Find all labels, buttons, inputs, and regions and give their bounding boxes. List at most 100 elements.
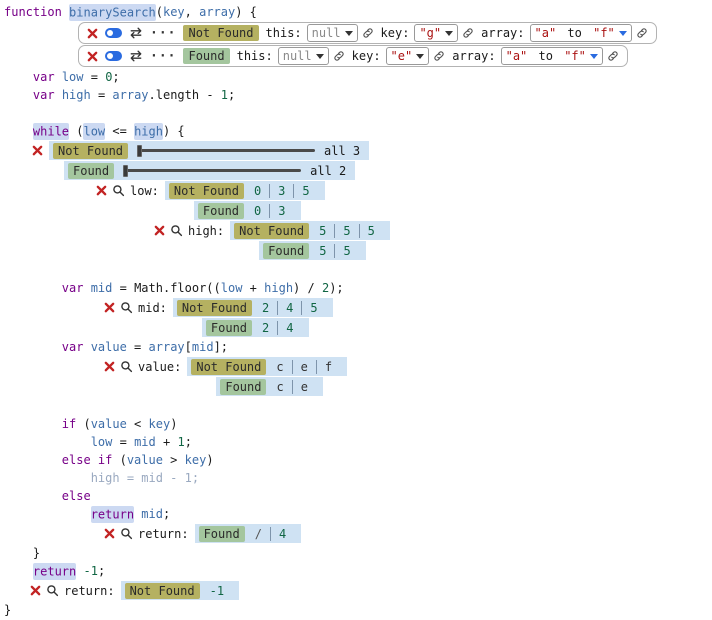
code-token: binarySearch xyxy=(69,4,156,21)
param-dropdown-key[interactable]: "e" xyxy=(386,47,430,65)
probe-values-row: Not Found245 xyxy=(173,298,333,317)
param-dropdown-this[interactable]: null xyxy=(278,47,329,65)
code-token: <= xyxy=(105,124,134,138)
code-token: array xyxy=(199,5,235,19)
probe-value: 3 xyxy=(269,184,293,198)
param-label-key: key: xyxy=(352,49,381,63)
remove-probe-button[interactable] xyxy=(30,585,41,596)
code-token: high xyxy=(134,123,163,140)
probe-prefix: low: xyxy=(96,181,159,200)
probe-widget: return: Not Found-1 xyxy=(30,581,712,600)
dropdown-value: "g" xyxy=(419,26,441,40)
probe-variable-label: return: xyxy=(138,527,189,541)
code-token: array xyxy=(112,88,148,102)
probe-body: Not FoundcefFoundce xyxy=(187,357,347,396)
remove-probe-button[interactable] xyxy=(104,361,115,372)
example-name-badge: Found xyxy=(198,203,244,219)
code-token: low xyxy=(62,70,84,84)
link-button[interactable] xyxy=(362,27,374,39)
probe-value: 0 xyxy=(246,184,269,198)
dropdown-arrow-icon xyxy=(316,54,324,59)
example-name-badge[interactable]: Found xyxy=(183,48,229,64)
param-label-this: this: xyxy=(266,26,302,40)
link-button[interactable] xyxy=(636,27,648,39)
example-name-badge: Not Found xyxy=(125,583,200,599)
slider-handle[interactable] xyxy=(123,165,128,177)
remove-slider-button[interactable] xyxy=(32,145,43,156)
example-active-toggle[interactable] xyxy=(105,28,122,38)
remove-example-button[interactable] xyxy=(87,28,98,39)
swap-arrows-button[interactable] xyxy=(129,27,143,39)
iteration-count: all 3 xyxy=(324,144,360,158)
code-token: var xyxy=(33,70,62,84)
param-dropdown-array[interactable]: "a" to "f" xyxy=(530,24,632,42)
example-row: ···Foundthis:nullkey:"e"array:"a" to "f" xyxy=(78,45,712,67)
remove-probe-button[interactable] xyxy=(154,225,165,236)
code-line: var low = 0; xyxy=(4,68,712,86)
probe-values-row: Found03 xyxy=(194,201,301,220)
example-active-toggle[interactable] xyxy=(105,51,122,61)
example-name-badge: Not Found xyxy=(234,223,309,239)
probe-value: 5 xyxy=(359,224,383,238)
code-line: return mid; xyxy=(4,505,712,523)
code-token: if xyxy=(62,417,76,431)
code-token: low xyxy=(91,435,113,449)
probe-values-row: Found55 xyxy=(259,241,366,260)
probe-value: 5 xyxy=(293,184,317,198)
code-token xyxy=(4,453,62,467)
example-name-badge[interactable]: Not Found xyxy=(183,25,258,41)
probe-value: 4 xyxy=(277,321,301,335)
probe-value: 4 xyxy=(270,527,294,541)
iteration-slider[interactable] xyxy=(137,149,315,152)
code-token: = xyxy=(91,88,113,102)
dropdown-arrow-icon xyxy=(345,31,353,36)
iteration-slider[interactable] xyxy=(123,169,301,172)
param-dropdown-array[interactable]: "a" to "f" xyxy=(501,47,603,65)
param-dropdown-key[interactable]: "g" xyxy=(414,24,458,42)
probe-value: 4 xyxy=(277,301,301,315)
dropdown-value: "e" xyxy=(391,49,413,63)
probe-values-row: Not Found555 xyxy=(230,221,390,240)
remove-probe-button[interactable] xyxy=(96,185,107,196)
code-token: key xyxy=(149,417,171,431)
code-token xyxy=(4,281,62,295)
more-options-button[interactable]: ··· xyxy=(150,50,176,63)
code-token: var xyxy=(62,281,91,295)
probe-value: -1 xyxy=(202,584,232,598)
dropdown-arrow-icon xyxy=(619,31,627,36)
probe-variable-label: return: xyxy=(64,584,115,598)
param-dropdown-this[interactable]: null xyxy=(307,24,358,42)
probe-value: 2 xyxy=(254,321,277,335)
dropdown-value: "f" xyxy=(593,26,615,40)
probe-prefix: mid: xyxy=(104,298,167,317)
code-token: value xyxy=(91,417,127,431)
code-token: value xyxy=(127,453,163,467)
probe-values-row: Not Foundcef xyxy=(187,357,347,376)
swap-arrows-button[interactable] xyxy=(129,50,143,62)
link-button[interactable] xyxy=(333,50,345,62)
probe-prefix: value: xyxy=(104,357,181,376)
code-token: < xyxy=(127,417,149,431)
link-button[interactable] xyxy=(462,27,474,39)
code-token: = xyxy=(84,70,106,84)
link-button[interactable] xyxy=(433,50,445,62)
code-editor: function binarySearch(key, array) {···No… xyxy=(0,0,712,620)
probe-value: 5 xyxy=(334,224,358,238)
code-token: .length - xyxy=(149,88,221,102)
probe-value: 5 xyxy=(311,244,334,258)
code-token: ( xyxy=(156,5,163,19)
code-token: ( xyxy=(112,453,126,467)
code-line: else if (value > key) xyxy=(4,451,712,469)
slider-handle[interactable] xyxy=(137,145,142,157)
remove-probe-button[interactable] xyxy=(104,302,115,313)
remove-example-button[interactable] xyxy=(87,51,98,62)
code-token: } xyxy=(4,546,40,560)
probe-widget: mid:Not Found245Found24 xyxy=(104,298,712,337)
probe-variable-label: mid: xyxy=(138,301,167,315)
remove-probe-button[interactable] xyxy=(104,528,115,539)
link-button[interactable] xyxy=(607,50,619,62)
more-options-button[interactable]: ··· xyxy=(150,27,176,40)
example-name-badge: Found xyxy=(263,243,309,259)
code-token: ; xyxy=(228,88,235,102)
probe-prefix: return: xyxy=(104,524,189,543)
